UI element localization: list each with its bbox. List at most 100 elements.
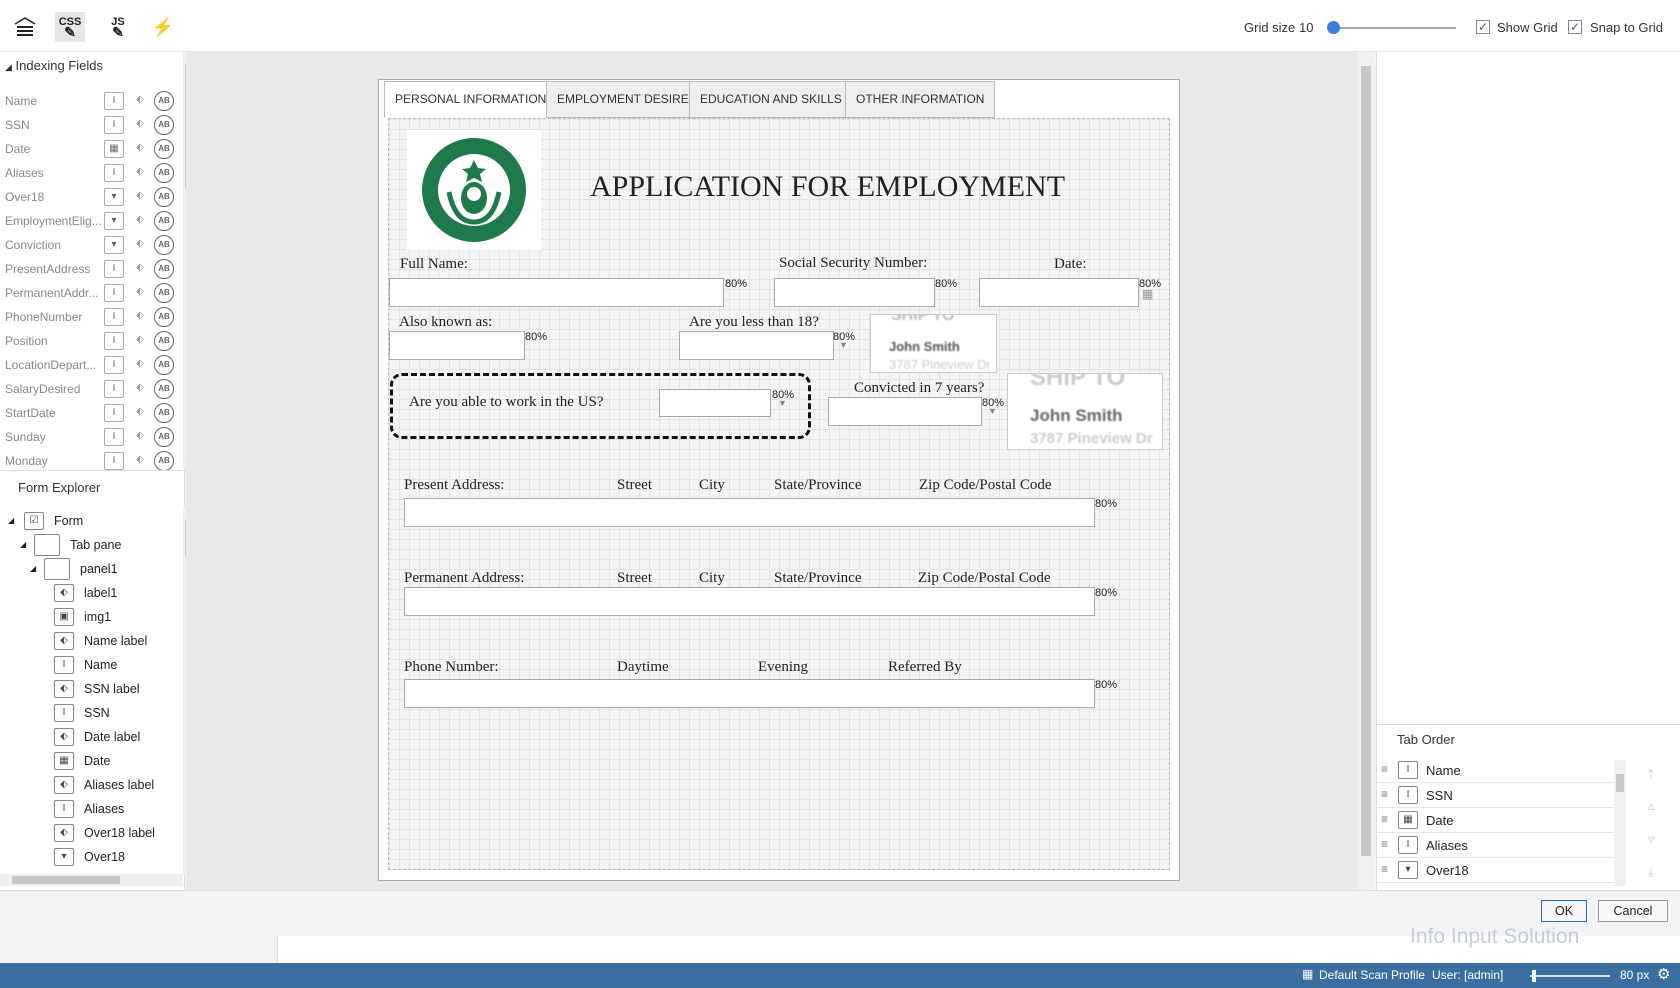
indexing-field-row[interactable]: Date ▦ ⬖ AB: [0, 137, 180, 161]
tab-order-scrollbar[interactable]: [1614, 760, 1626, 886]
drag-handle-icon[interactable]: ≡: [1381, 762, 1388, 776]
ocr-icon[interactable]: AB: [154, 355, 174, 375]
settings-gear-icon[interactable]: ⚙: [1657, 965, 1670, 983]
drag-handle-icon[interactable]: ≡: [1381, 787, 1388, 801]
field-type-icon[interactable]: I: [104, 164, 124, 182]
conviction-field[interactable]: [828, 397, 982, 426]
tag-icon[interactable]: ⬖: [130, 236, 150, 254]
move-bottom-icon[interactable]: ⤓: [1648, 864, 1654, 880]
tag-icon[interactable]: ⬖: [130, 452, 150, 470]
tab-order-item[interactable]: ≡ ▦ Date: [1376, 808, 1614, 833]
date-label[interactable]: Date:: [1054, 256, 1086, 273]
scan-profile-label[interactable]: Default Scan Profile: [1319, 968, 1425, 982]
expand-icon[interactable]: ◢: [20, 540, 26, 549]
ocr-icon[interactable]: AB: [154, 211, 174, 231]
ocr-icon[interactable]: AB: [154, 115, 174, 135]
ocr-icon[interactable]: AB: [154, 235, 174, 255]
drag-handle-icon[interactable]: ≡: [1381, 862, 1388, 876]
ocr-icon[interactable]: AB: [154, 163, 174, 183]
indexing-field-row[interactable]: Over18 ▾ ⬖ AB: [0, 185, 180, 209]
grid-size-slider-track[interactable]: [1332, 27, 1456, 29]
date-field[interactable]: [979, 278, 1139, 307]
ocr-icon[interactable]: AB: [154, 307, 174, 327]
field-type-icon[interactable]: I: [104, 380, 124, 398]
tag-icon[interactable]: ⬖: [130, 404, 150, 422]
tag-icon[interactable]: ⬖: [130, 356, 150, 374]
expand-icon[interactable]: ◢: [8, 516, 14, 525]
tag-icon[interactable]: ⬖: [130, 308, 150, 326]
tag-icon[interactable]: ⬖: [130, 428, 150, 446]
field-type-icon[interactable]: I: [104, 356, 124, 374]
ocr-icon[interactable]: AB: [154, 427, 174, 447]
indexing-field-row[interactable]: Sunday I ⬖ AB: [0, 425, 180, 449]
tag-icon[interactable]: ⬖: [130, 116, 150, 134]
ocr-icon[interactable]: AB: [154, 403, 174, 423]
move-up-icon[interactable]: ▵: [1648, 798, 1655, 814]
conviction-label[interactable]: Convicted in 7 years?: [854, 380, 984, 397]
indexing-field-row[interactable]: Aliases I ⬖ AB: [0, 161, 180, 185]
field-type-icon[interactable]: I: [104, 428, 124, 446]
permanent-address-label[interactable]: Permanent Address:: [404, 570, 524, 587]
indexing-field-row[interactable]: SalaryDesired I ⬖ AB: [0, 377, 180, 401]
scan-profile-icon[interactable]: ▦: [1302, 967, 1313, 981]
indexing-field-row[interactable]: PresentAddress I ⬖ AB: [0, 257, 180, 281]
tab-education-and-skills[interactable]: EDUCATION AND SKILLS: [689, 81, 853, 118]
field-type-icon[interactable]: I: [104, 452, 124, 470]
indexing-fields-header[interactable]: ◢ Indexing Fields: [5, 58, 103, 73]
work-us-label[interactable]: Are you able to work in the US?: [409, 394, 604, 411]
indexing-field-row[interactable]: PermanentAddr... I ⬖ AB: [0, 281, 180, 305]
ssn-field[interactable]: [774, 278, 935, 307]
name-label[interactable]: Full Name:: [400, 256, 468, 273]
tab-employment-desire[interactable]: EMPLOYMENT DESIRE: [546, 81, 700, 118]
zoom-slider-knob[interactable]: [1532, 970, 1536, 982]
over18-field[interactable]: [679, 331, 834, 360]
aliases-field[interactable]: [389, 331, 525, 360]
tab-personal-information[interactable]: PERSONAL INFORMATION: [384, 81, 558, 118]
tag-icon[interactable]: ⬖: [130, 380, 150, 398]
tag-icon[interactable]: ⬖: [130, 140, 150, 158]
ocr-icon[interactable]: AB: [154, 451, 174, 471]
indexing-field-row[interactable]: SSN I ⬖ AB: [0, 113, 180, 137]
indexing-field-row[interactable]: Name I ⬖ AB: [0, 89, 180, 113]
field-type-icon[interactable]: I: [104, 92, 124, 110]
zoom-slider[interactable]: [1530, 975, 1610, 977]
show-grid-checkbox[interactable]: ✓: [1476, 20, 1490, 34]
indexing-field-row[interactable]: Conviction ▾ ⬖ AB: [0, 233, 180, 257]
ocr-icon[interactable]: AB: [154, 331, 174, 351]
tab-order-item[interactable]: ≡ I SSN: [1376, 783, 1614, 808]
canvas-scrollbar[interactable]: [1358, 52, 1374, 890]
calendar-icon[interactable]: ▦: [1142, 287, 1153, 301]
ocr-icon[interactable]: AB: [154, 259, 174, 279]
tab-order-item[interactable]: ≡ ▾ Over18: [1376, 858, 1614, 883]
move-down-icon[interactable]: ▿: [1648, 832, 1655, 848]
ocr-icon[interactable]: AB: [154, 379, 174, 399]
dropdown-arrow-icon[interactable]: ▼: [778, 398, 787, 408]
ocr-icon[interactable]: AB: [154, 91, 174, 111]
cancel-button[interactable]: Cancel: [1598, 900, 1668, 922]
present-address-field[interactable]: [404, 498, 1095, 527]
tag-icon[interactable]: ⬖: [130, 332, 150, 350]
field-type-icon[interactable]: ▾: [104, 188, 124, 206]
indexing-field-row[interactable]: LocationDepart... I ⬖ AB: [0, 353, 180, 377]
drag-handle-icon[interactable]: ≡: [1381, 812, 1388, 826]
field-type-icon[interactable]: I: [104, 284, 124, 302]
tag-icon[interactable]: ⬖: [130, 164, 150, 182]
tab-order-item[interactable]: ≡ I Aliases: [1376, 833, 1614, 858]
phone-field[interactable]: [404, 679, 1095, 708]
field-type-icon[interactable]: ▾: [104, 212, 124, 230]
tab-order-item[interactable]: ≡ I Name: [1376, 758, 1614, 783]
expand-icon[interactable]: ◢: [30, 564, 36, 573]
field-type-icon[interactable]: I: [104, 404, 124, 422]
phone-label[interactable]: Phone Number:: [404, 659, 499, 676]
field-type-icon[interactable]: I: [104, 332, 124, 350]
field-type-icon[interactable]: ▦: [104, 140, 124, 158]
indexing-field-row[interactable]: PhoneNumber I ⬖ AB: [0, 305, 180, 329]
ocr-icon[interactable]: AB: [154, 187, 174, 207]
ssn-label[interactable]: Social Security Number:: [779, 255, 927, 272]
tab-other-information[interactable]: OTHER INFORMATION: [845, 81, 996, 118]
present-address-label[interactable]: Present Address:: [404, 477, 504, 494]
tag-icon[interactable]: ⬖: [130, 284, 150, 302]
ocr-icon[interactable]: AB: [154, 139, 174, 159]
field-type-icon[interactable]: ▾: [104, 236, 124, 254]
drag-handle-icon[interactable]: ≡: [1381, 837, 1388, 851]
